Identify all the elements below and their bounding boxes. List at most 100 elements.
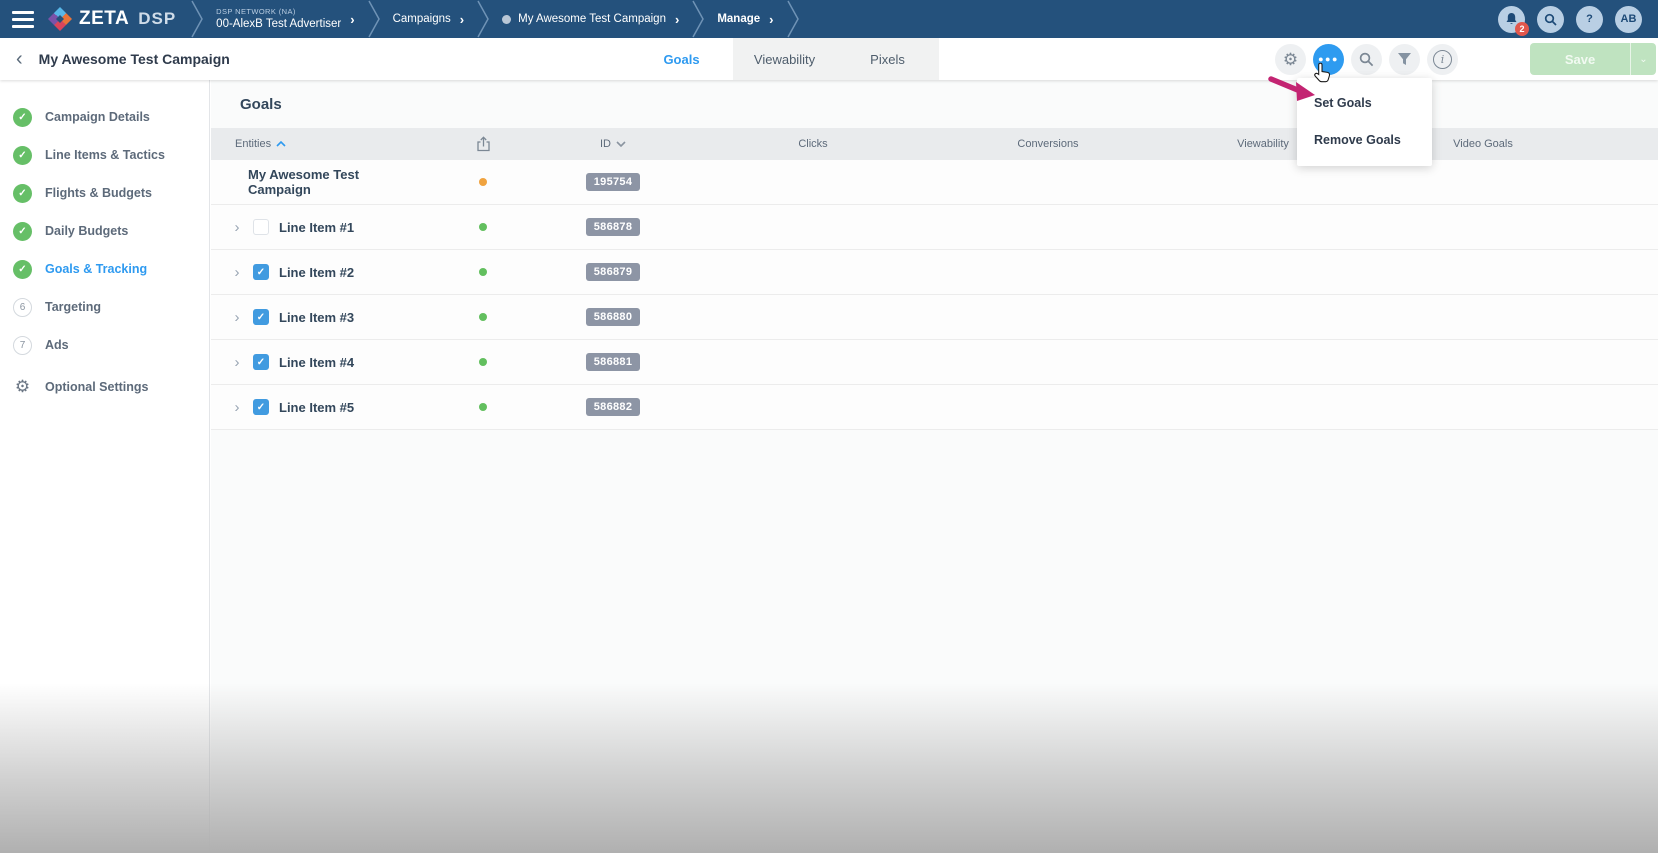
column-clicks[interactable]: Clicks <box>683 138 943 150</box>
menu-item-remove-goals[interactable]: Remove Goals <box>1297 121 1432 158</box>
avatar[interactable]: AB <box>1615 5 1642 33</box>
breadcrumb-separator-icon <box>786 0 799 38</box>
check-circle-icon: ✓ <box>13 183 32 203</box>
gear-icon: ⚙ <box>14 377 31 396</box>
column-entities[interactable]: Entities <box>211 138 423 150</box>
more-actions-menu: Set Goals Remove Goals <box>1297 78 1432 166</box>
save-button[interactable]: Save <box>1530 43 1630 75</box>
expand-chevron-icon[interactable]: › <box>231 355 243 370</box>
check-circle-icon: ✓ <box>13 145 32 165</box>
id-badge[interactable]: 195754 <box>585 173 641 191</box>
entity-name[interactable]: Line Item #4 <box>279 355 354 370</box>
back-button[interactable]: ‹ <box>12 49 27 69</box>
sidebar-item-flights-budgets[interactable]: ✓ Flights & Budgets <box>0 174 209 212</box>
search-button[interactable] <box>1351 43 1382 75</box>
breadcrumb-campaign[interactable]: My Awesome Test Campaign › <box>490 12 691 27</box>
chevron-right-icon: › <box>350 11 355 27</box>
entity-name[interactable]: Line Item #1 <box>279 220 354 235</box>
check-circle-icon: ✓ <box>13 259 32 279</box>
breadcrumb-advertiser[interactable]: DSP NETWORK (NA) 00-AlexB Test Advertise… <box>204 7 366 31</box>
entity-name[interactable]: Line Item #3 <box>279 310 354 325</box>
tab-viewability[interactable]: Viewability <box>733 38 836 80</box>
filter-icon <box>1398 53 1411 65</box>
tab-goals[interactable]: Goals <box>630 38 733 80</box>
wizard-sidebar: ✓ Campaign Details ✓ Line Items & Tactic… <box>0 80 210 853</box>
row-checkbox[interactable]: ✓ <box>253 399 269 415</box>
chevron-down-icon: ⌄ <box>1639 53 1648 65</box>
breadcrumb-separator-icon <box>191 0 204 38</box>
sort-caret-up-icon <box>276 141 286 147</box>
column-conversions[interactable]: Conversions <box>943 138 1153 150</box>
sidebar-item-targeting[interactable]: 6 Targeting <box>0 288 209 326</box>
save-dropdown-button[interactable]: ⌄ <box>1630 43 1656 75</box>
breadcrumb-separator-icon <box>367 0 380 38</box>
sidebar-item-line-items-tactics[interactable]: ✓ Line Items & Tactics <box>0 136 209 174</box>
table-row-line-item: › Line Item #1 586878 <box>211 205 1658 250</box>
table-row-campaign: My Awesome Test Campaign 195754 <box>211 160 1658 205</box>
zeta-diamond-icon <box>48 7 72 31</box>
breadcrumb-campaigns-label: Campaigns <box>392 13 451 25</box>
breadcrumb-campaigns[interactable]: Campaigns › <box>381 12 477 27</box>
breadcrumb-separator-icon <box>477 0 489 38</box>
expand-chevron-icon[interactable]: › <box>231 265 243 280</box>
filter-button[interactable] <box>1389 43 1420 75</box>
sidebar-item-label: Targeting <box>45 300 102 314</box>
sidebar-item-label: Ads <box>45 338 69 352</box>
column-share[interactable] <box>423 136 543 152</box>
sidebar-item-goals-tracking[interactable]: ✓ Goals & Tracking <box>0 250 209 288</box>
sidebar-item-ads[interactable]: 7 Ads <box>0 326 209 364</box>
top-nav-bar: ZETA DSP DSP NETWORK (NA) 00-AlexB Test … <box>0 0 1658 38</box>
breadcrumb-advertiser-label: 00-AlexB Test Advertiser <box>216 17 342 30</box>
sidebar-item-optional-settings[interactable]: ⚙ Optional Settings <box>0 368 209 406</box>
id-badge[interactable]: 586878 <box>585 218 641 236</box>
page-title: My Awesome Test Campaign <box>38 51 230 67</box>
entity-name[interactable]: Line Item #2 <box>279 265 354 280</box>
expand-chevron-icon[interactable]: › <box>231 310 243 325</box>
column-label: Viewability <box>1237 138 1289 150</box>
id-badge[interactable]: 586879 <box>585 263 641 281</box>
entity-name[interactable]: Line Item #5 <box>279 400 354 415</box>
tab-strip: Goals Viewability Pixels <box>630 38 939 80</box>
menu-item-set-goals[interactable]: Set Goals <box>1297 84 1432 121</box>
id-badge[interactable]: 586880 <box>585 308 641 326</box>
hamburger-menu-icon[interactable] <box>0 10 46 28</box>
more-actions-button[interactable]: ●●● <box>1313 43 1344 75</box>
settings-button[interactable]: ⚙ <box>1275 43 1306 75</box>
check-circle-icon: ✓ <box>13 221 32 241</box>
expand-chevron-icon[interactable]: › <box>231 220 243 235</box>
sidebar-item-daily-budgets[interactable]: ✓ Daily Budgets <box>0 212 209 250</box>
zeta-dsp-logo[interactable]: ZETA DSP <box>46 7 190 31</box>
row-checkbox[interactable]: ✓ <box>253 354 269 370</box>
row-checkbox[interactable]: ✓ <box>253 309 269 325</box>
entity-name[interactable]: My Awesome Test Campaign <box>248 167 423 197</box>
status-dot-icon <box>479 268 487 276</box>
save-split-button: Save ⌄ <box>1530 43 1656 75</box>
gear-icon: ⚙ <box>1282 49 1299 69</box>
search-icon <box>1359 52 1374 66</box>
expand-chevron-icon[interactable]: › <box>231 400 243 415</box>
share-export-icon <box>476 136 490 152</box>
row-checkbox[interactable]: ✓ <box>253 264 269 280</box>
sidebar-item-label: Daily Budgets <box>45 224 129 238</box>
sidebar-item-label: Optional Settings <box>45 380 149 394</box>
step-number-icon: 7 <box>13 335 32 355</box>
breadcrumb-manage-label: Manage <box>717 13 761 25</box>
column-label: Video Goals <box>1453 138 1513 150</box>
column-id[interactable]: ID <box>543 138 683 150</box>
sidebar-item-campaign-details[interactable]: ✓ Campaign Details <box>0 98 209 136</box>
table-row-line-item: › ✓ Line Item #3 586880 <box>211 295 1658 340</box>
column-label: Conversions <box>1017 138 1079 150</box>
column-label: ID <box>600 138 611 150</box>
goals-panel: Goals Entities ID Clicks Conversions Vie… <box>211 80 1658 853</box>
global-search-button[interactable] <box>1537 5 1564 33</box>
sidebar-item-label: Campaign Details <box>45 110 150 124</box>
info-button[interactable]: i <box>1427 43 1458 75</box>
tab-pixels[interactable]: Pixels <box>836 38 939 80</box>
notifications-button[interactable]: 2 <box>1498 5 1529 36</box>
breadcrumb-manage[interactable]: Manage › <box>705 12 785 27</box>
id-badge[interactable]: 586882 <box>585 398 641 416</box>
help-button[interactable]: ? <box>1576 5 1603 33</box>
status-dot-icon <box>479 403 487 411</box>
row-checkbox[interactable] <box>253 219 269 235</box>
id-badge[interactable]: 586881 <box>585 353 641 371</box>
